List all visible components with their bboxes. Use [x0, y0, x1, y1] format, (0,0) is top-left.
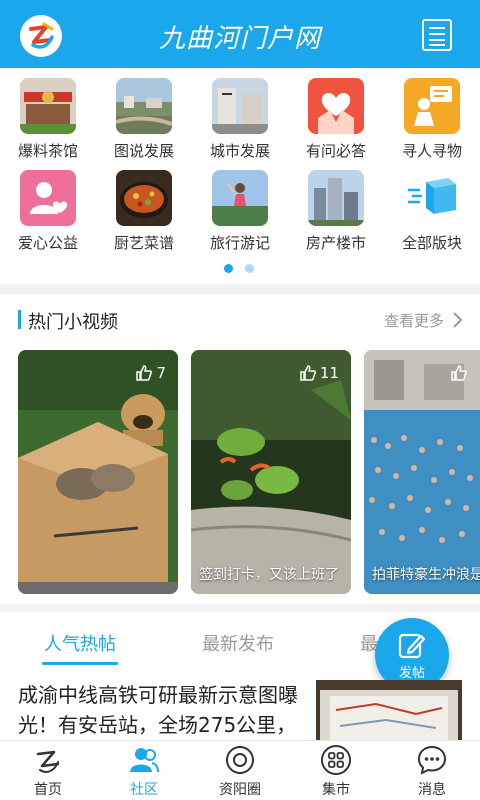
message-bubble-icon: [417, 745, 447, 775]
video-card[interactable]: 7: [18, 350, 178, 594]
active-tab-indicator: [42, 662, 118, 665]
thumbs-up-icon: [300, 365, 316, 381]
grid-label: 房产楼市: [305, 234, 366, 252]
video-thumbnail: [191, 350, 351, 594]
menu-list-icon[interactable]: [421, 18, 453, 52]
video-caption: 签到打卡，又该上班了: [199, 567, 339, 583]
bottom-navigation: 首页 社区 资阳圈 集市 消息: [0, 740, 480, 800]
tab-popular[interactable]: 人气热帖: [44, 630, 116, 656]
grid-label: 图说发展: [113, 142, 174, 160]
app-title: 九曲河门户网: [158, 24, 321, 54]
nav-home[interactable]: 首页: [0, 741, 96, 800]
video-thumbnail: [364, 350, 480, 594]
grid-item-tea-house[interactable]: 爆料茶馆: [0, 76, 96, 166]
circle-icon: [226, 746, 254, 774]
thumbs-up-icon: [451, 365, 467, 381]
grid-label: 有问必答: [305, 142, 366, 160]
grid-item-all-sections[interactable]: 全部版块: [384, 168, 480, 258]
nav-label: 集市: [322, 782, 350, 798]
grid-label: 厨艺菜谱: [113, 234, 174, 252]
all-sections-box-icon: [404, 170, 460, 226]
nav-community[interactable]: 社区: [96, 741, 192, 800]
grid-item-real-estate[interactable]: 房产楼市: [288, 168, 384, 258]
divider: [0, 604, 480, 612]
post-title[interactable]: 成渝中线高铁可研最新示意图曝光！有安岳站，全场275公里，: [18, 680, 308, 740]
tab-latest[interactable]: 最新发布: [202, 630, 274, 656]
heart-hands-icon: [308, 78, 364, 134]
section-title: 热门小视频: [28, 312, 118, 333]
new-post-label: 发帖: [398, 666, 425, 681]
grid-item-qa[interactable]: 有问必答: [288, 76, 384, 166]
real-estate-photo: [308, 170, 364, 226]
like-count: [450, 364, 468, 382]
nav-market[interactable]: 集市: [288, 741, 384, 800]
home-logo-icon: [36, 750, 60, 773]
video-caption: 拍菲特豪生冲浪是: [372, 567, 480, 583]
grid-label: 爱心公益: [17, 234, 78, 252]
nav-label: 资阳圈: [219, 782, 261, 798]
charity-heart-icon: [20, 170, 76, 226]
like-count: 7: [135, 364, 166, 382]
edit-pen-icon: [398, 633, 426, 659]
grid-label: 寻人寻物: [401, 142, 462, 160]
like-count: 11: [299, 364, 339, 382]
cooking-photo: [116, 170, 172, 226]
app-header: 九曲河门户网: [0, 0, 480, 68]
grid-item-lost-found[interactable]: 寻人寻物: [384, 76, 480, 166]
grid-label: 城市发展: [209, 142, 270, 160]
grid-label: 全部版块: [401, 234, 462, 252]
thumbs-up-icon: [136, 365, 153, 381]
grid-item-charity[interactable]: 爱心公益: [0, 168, 96, 258]
nav-label: 首页: [34, 782, 62, 798]
divider: [0, 284, 480, 294]
like-count-value: 7: [156, 364, 166, 382]
grid-item-travel[interactable]: 旅行游记: [192, 168, 288, 258]
page-dot[interactable]: [245, 264, 254, 273]
chevron-right-icon[interactable]: [452, 311, 464, 329]
view-more-link[interactable]: 查看更多: [384, 310, 444, 331]
section-accent-bar: [18, 310, 21, 329]
nav-messages[interactable]: 消息: [384, 741, 480, 800]
post-thumbnail[interactable]: [316, 680, 462, 740]
person-notice-icon: [404, 78, 460, 134]
community-people-icon: [130, 748, 159, 773]
development-photo: [116, 78, 172, 134]
grid-item-city[interactable]: 城市发展: [192, 76, 288, 166]
page-dot-active[interactable]: [224, 264, 233, 273]
tea-house-photo: [20, 78, 76, 134]
grid-item-development[interactable]: 图说发展: [96, 76, 192, 166]
nav-ziyang-circle[interactable]: 资阳圈: [192, 741, 288, 800]
market-grid-icon: [321, 745, 351, 775]
nav-label: 社区: [130, 782, 158, 798]
travel-photo: [212, 170, 268, 226]
nav-label: 消息: [418, 782, 446, 798]
grid-item-cooking[interactable]: 厨艺菜谱: [96, 168, 192, 258]
video-card[interactable]: 拍菲特豪生冲浪是: [364, 350, 480, 594]
grid-label: 爆料茶馆: [17, 142, 78, 160]
like-count-value: 11: [319, 364, 339, 382]
city-photo: [212, 78, 268, 134]
video-thumbnail: [18, 350, 178, 594]
grid-label: 旅行游记: [209, 234, 270, 252]
video-card[interactable]: 11 签到打卡，又该上班了: [191, 350, 351, 594]
